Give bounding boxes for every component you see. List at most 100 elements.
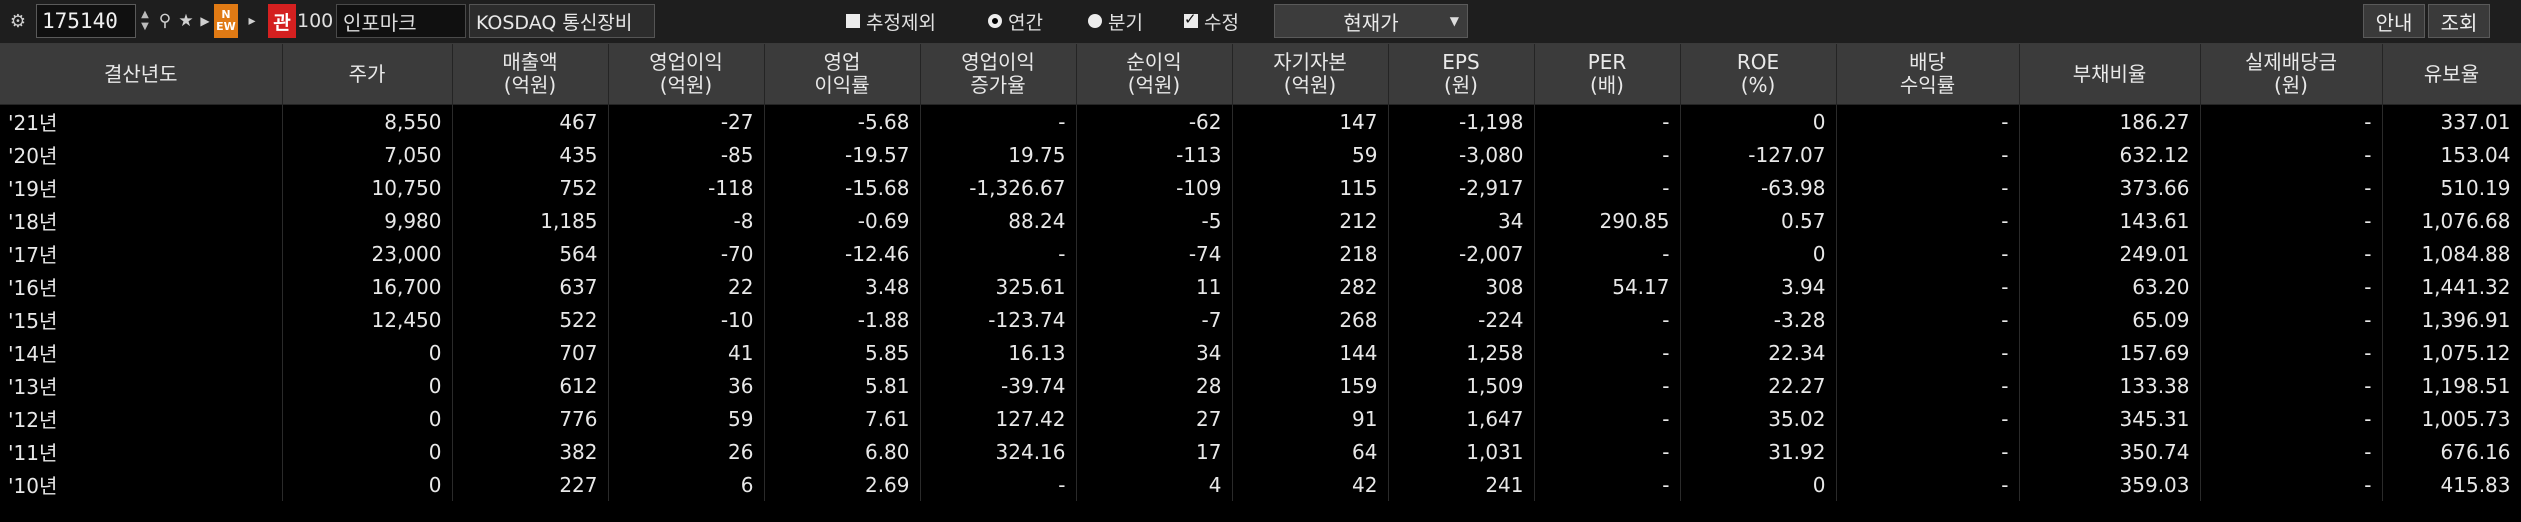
table-cell: -	[1836, 171, 2020, 204]
table-cell: 324.16	[920, 435, 1077, 468]
radio-selected-icon[interactable]	[988, 14, 1002, 28]
table-cell: 5.85	[764, 336, 921, 369]
search-icon[interactable]: ⚲	[156, 4, 174, 38]
table-cell: 637	[452, 270, 609, 303]
interest-badge[interactable]: 관	[268, 4, 296, 38]
guide-button[interactable]: 안내	[2363, 4, 2425, 38]
table-cell: 0	[282, 435, 453, 468]
table-cell: 0	[282, 369, 453, 402]
column-header[interactable]: 배당 수익률	[1836, 44, 2020, 105]
table-cell: -	[1534, 468, 1681, 501]
column-header[interactable]: 영업이익 (억원)	[608, 44, 765, 105]
table-cell: -	[1534, 104, 1681, 138]
table-cell: 632.12	[2019, 138, 2201, 171]
code-spinner[interactable]: ▲ ▼	[136, 4, 154, 38]
table-cell: -	[920, 237, 1077, 270]
table-cell: 249.01	[2019, 237, 2201, 270]
table-cell: 2.69	[764, 468, 921, 501]
table-cell: 88.24	[920, 204, 1077, 237]
quarter-radio[interactable]: 분기	[1088, 4, 1143, 38]
table-cell: 373.66	[2019, 171, 2201, 204]
table-cell: -	[2200, 369, 2383, 402]
table-cell: 31.92	[1680, 435, 1837, 468]
table-row[interactable]: '11년 0 382 26 6.80 324.16 17 64 1,031-31.92-350.…	[0, 435, 2521, 468]
table-row[interactable]: '20년 7,050 435 -85 -19.57 19.75 -113 59 -3,080- -…	[0, 138, 2521, 171]
stock-code-input[interactable]: 175140	[36, 4, 136, 38]
column-header[interactable]: 자기자본 (억원)	[1232, 44, 1389, 105]
column-header[interactable]: 영업 이익률	[764, 44, 921, 105]
table-row[interactable]: '15년 12,450 522 -10 -1.88 -123.74 -7 268 -224- -3…	[0, 303, 2521, 336]
table-cell: 22.27	[1680, 369, 1837, 402]
column-header[interactable]: ROE (%)	[1680, 44, 1837, 105]
table-cell: 0	[282, 336, 453, 369]
table-cell: 4	[1076, 468, 1233, 501]
column-header[interactable]: 순이익 (억원)	[1076, 44, 1233, 105]
table-cell: -	[2200, 336, 2383, 369]
table-cell: 65.09	[2019, 303, 2201, 336]
table-row[interactable]: '21년 8,550 467 -27 -5.68- -62 147 -1,198-0-186.…	[0, 104, 2521, 138]
star-icon[interactable]: ★	[176, 4, 196, 38]
table-cell: -	[2200, 204, 2383, 237]
table-cell: 268	[1232, 303, 1389, 336]
table-cell: -15.68	[764, 171, 921, 204]
radio-unselected-icon[interactable]	[1088, 14, 1102, 28]
table-cell: -2,917	[1388, 171, 1535, 204]
checkbox-checked-icon[interactable]	[1184, 10, 1198, 28]
revised-checkbox[interactable]: 수정	[1184, 4, 1239, 38]
price-select-value: 현재가	[1343, 10, 1399, 35]
spin-up-icon[interactable]: ▲	[141, 9, 149, 21]
column-header[interactable]: 주가	[282, 44, 453, 105]
table-cell: 564	[452, 237, 609, 270]
column-header[interactable]: 유보율	[2382, 44, 2521, 105]
table-cell: 1,509	[1388, 369, 1535, 402]
table-row[interactable]: '10년 0 227 6 2.69-4 42 241-0-359.03-415.83	[0, 468, 2521, 501]
table-cell: 707	[452, 336, 609, 369]
table-row[interactable]: '13년 0 612 36 5.81 -39.74 28 159 1,509-22.27-133…	[0, 369, 2521, 402]
stock-name-field[interactable]: 인포마크	[336, 4, 466, 38]
chevron-down-icon[interactable]: ▼	[1450, 14, 1459, 28]
table-row[interactable]: '17년 23,000 564 -70 -12.46- -74 218 -2,007-0-24…	[0, 237, 2521, 270]
checkbox-icon[interactable]	[846, 14, 860, 28]
table-cell: 22.34	[1680, 336, 1837, 369]
table-row[interactable]: '18년 9,980 1,185 -8 -0.69 88.24 -5 212 34 290.85 0…	[0, 204, 2521, 237]
table-cell: -	[1534, 369, 1681, 402]
column-header[interactable]: 부채비율	[2019, 44, 2201, 105]
column-header[interactable]: PER (배)	[1534, 44, 1681, 105]
column-header[interactable]: 실제배당금 (원)	[2200, 44, 2383, 105]
table-cell: 510.19	[2382, 171, 2521, 204]
column-header[interactable]: 결산년도	[0, 44, 283, 105]
table-cell: -7	[1076, 303, 1233, 336]
column-header[interactable]: 매출액 (억원)	[452, 44, 609, 105]
table-row[interactable]: '19년 10,750 752 -118 -15.68 -1,326.67 -109 115-…	[0, 171, 2521, 204]
table-cell: -2,007	[1388, 237, 1535, 270]
table-cell: -	[1836, 270, 2020, 303]
table-cell: 752	[452, 171, 609, 204]
column-header[interactable]: 영업이익 증가율	[920, 44, 1077, 105]
settings-icon[interactable]: ⚙	[2, 4, 34, 38]
table-row[interactable]: '12년 0 776 59 7.61 127.42 27 91 1,647-35.02-345.…	[0, 402, 2521, 435]
price-select[interactable]: 현재가 ▼	[1274, 4, 1468, 38]
play-icon[interactable]: ▶	[198, 4, 212, 38]
table-cell: 676.16	[2382, 435, 2521, 468]
table-cell: -	[1836, 138, 2020, 171]
new-badge[interactable]: N EW	[214, 4, 238, 38]
table-cell: 16,700	[282, 270, 453, 303]
table-cell: -113	[1076, 138, 1233, 171]
spin-down-icon[interactable]: ▼	[141, 21, 149, 33]
table-cell: 6.80	[764, 435, 921, 468]
table-cell: -	[1836, 104, 2020, 138]
table-cell: '12년	[0, 402, 283, 435]
column-header[interactable]: EPS (원)	[1388, 44, 1535, 105]
table-cell: 7,050	[282, 138, 453, 171]
table-cell: -123.74	[920, 303, 1077, 336]
table-row[interactable]: '14년 0 707 41 5.85 16.13 34 144 1,258-22.34-157.…	[0, 336, 2521, 369]
query-button[interactable]: 조회	[2428, 4, 2490, 38]
chevron-right-icon[interactable]: ▸	[242, 4, 262, 38]
exclude-estimate-checkbox[interactable]: 추정제외	[846, 4, 936, 38]
annual-radio[interactable]: 연간	[988, 4, 1043, 38]
table-row[interactable]: '16년 16,700 637 22 3.48 325.61 11 282 308 54.17 3.…	[0, 270, 2521, 303]
table-cell: 63.20	[2019, 270, 2201, 303]
table-cell: 26	[608, 435, 765, 468]
table-cell: 59	[608, 402, 765, 435]
table-cell: 144	[1232, 336, 1389, 369]
